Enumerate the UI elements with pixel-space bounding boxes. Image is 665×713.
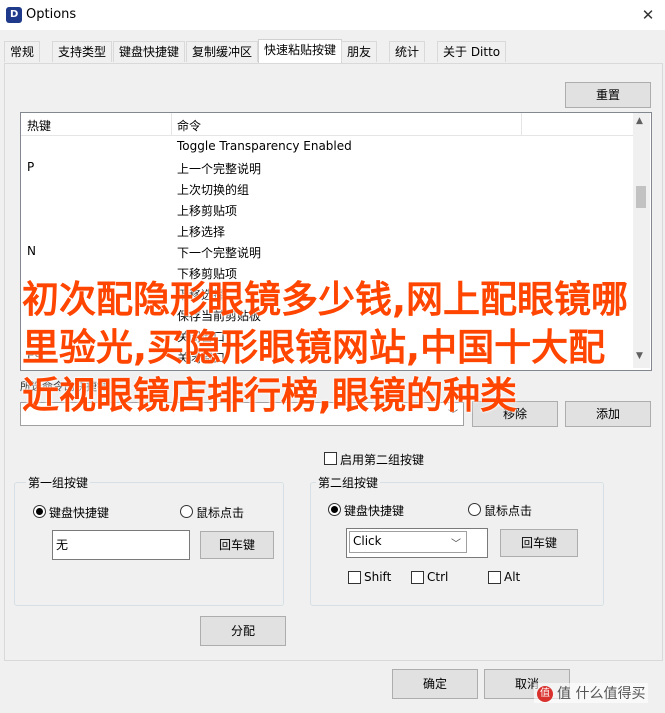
group2-mouse-label: 鼠标点击 [484,504,533,518]
tab-friends[interactable]: 朋友 [341,41,378,62]
title-bar [0,0,665,30]
group2-key-field[interactable]: Click ﹀ [346,528,488,558]
ctrl-checkbox[interactable] [411,571,424,584]
tab-about[interactable]: 关于 Ditto [437,41,507,62]
scroll-up-icon[interactable]: ▲ [636,116,643,126]
tab-quick-paste[interactable]: 快速粘贴按键 [258,39,343,63]
group-second-title: 第二组按键 [316,474,381,491]
group1-key-field[interactable]: 无 [52,530,190,560]
window-title: Options [26,7,77,22]
shift-label: Shift [364,570,392,584]
tab-supported-types[interactable]: 支持类型 [52,41,113,62]
group1-mouse-label: 鼠标点击 [196,506,245,520]
watermark-text: 值 什么值得买 [557,686,646,702]
group1-enter-button[interactable]: 回车键 [200,531,274,559]
watermark-logo: 值 [537,686,553,702]
column-hotkey[interactable]: 热键 [27,117,51,134]
reset-button[interactable]: 重置 [565,82,651,108]
column-divider [521,113,522,135]
column-command[interactable]: 命令 [177,117,201,134]
close-icon[interactable]: ✕ [638,5,658,25]
group2-mouse-radio[interactable] [468,503,481,516]
tab-copy-buffers[interactable]: 复制缓冲区 [186,41,259,62]
list-item[interactable]: 上移剪贴项 [21,199,633,220]
enable-second-checkbox[interactable] [324,452,337,465]
list-item[interactable]: Toggle Transparency Enabled [21,136,633,157]
group1-key-value: 无 [56,538,69,552]
chevron-down-icon[interactable]: ﹀ [451,535,461,550]
group2-key-select[interactable]: Click ﹀ [349,531,467,553]
list-item[interactable]: 上移选择 [21,220,633,241]
tab-general[interactable]: 常规 [4,41,41,62]
list-item[interactable]: N 下一个完整说明 [21,241,633,262]
alt-checkbox[interactable] [488,571,501,584]
assign-button[interactable]: 分配 [200,616,286,646]
tab-stats[interactable]: 统计 [389,41,426,62]
enable-second-label: 启用第二组按键 [340,453,425,467]
ok-button[interactable]: 确定 [392,669,478,699]
group2-keyboard-radio[interactable] [328,503,341,516]
shift-checkbox[interactable] [348,571,361,584]
group2-keyboard-label: 键盘快捷键 [344,504,405,518]
group1-mouse-radio[interactable] [180,505,193,518]
group1-keyboard-label: 键盘快捷键 [49,506,110,520]
ctrl-label: Ctrl [427,570,449,584]
app-icon: D [6,7,22,23]
scroll-thumb[interactable] [636,186,646,208]
group-first-title: 第一组按键 [26,474,91,491]
group1-keyboard-radio[interactable] [33,505,46,518]
list-header: 热键 命令 [21,113,633,136]
alt-label: Alt [504,570,521,584]
tab-keyboard-shortcuts[interactable]: 键盘快捷键 [113,41,186,62]
watermark: 值值 什么值得买 [534,683,649,703]
group2-key-value: Click [353,534,382,548]
list-item[interactable]: P 上一个完整说明 [21,157,633,178]
column-divider [171,113,172,135]
group2-enter-button[interactable]: 回车键 [500,529,578,557]
overlay-text: 初次配隐形眼镜多少钱,网上配眼镜哪里验光,买隐形眼镜网站,中国十大配近视眼镜店排… [22,278,629,417]
list-item[interactable]: 上次切换的组 [21,178,633,199]
